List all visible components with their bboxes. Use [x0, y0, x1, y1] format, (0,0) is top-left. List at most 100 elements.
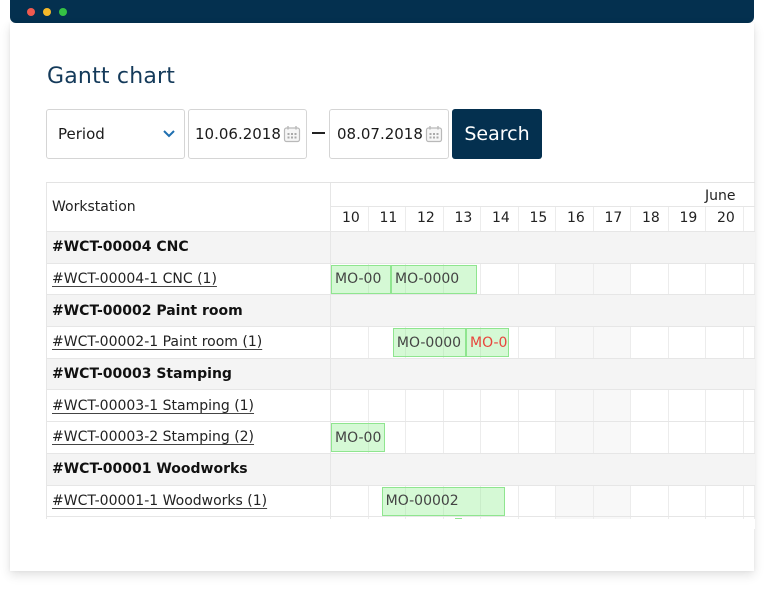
workstation-link[interactable]: #WCT-00001-1 Woodworks (1) [52, 493, 267, 509]
timeline-cell[interactable] [556, 390, 594, 422]
date-to-input[interactable]: 08.07.2018 [329, 109, 449, 159]
timeline-cell[interactable] [519, 390, 556, 422]
timeline-row: MO-00 [331, 422, 755, 454]
timeline-cell[interactable] [331, 485, 369, 517]
timeline-cell[interactable] [669, 485, 706, 517]
timeline-cell[interactable] [706, 485, 744, 517]
timeline-cell[interactable] [631, 390, 669, 422]
timeline-cell[interactable] [593, 327, 631, 358]
workstation-link[interactable]: #WCT-00003-2 Stamping (2) [52, 429, 254, 445]
period-select[interactable]: Period [46, 109, 185, 159]
workstation-group-label: #WCT-00001 Woodworks [52, 461, 248, 478]
workstation-row: #WCT-00004-1 CNC (1) [47, 264, 330, 296]
timeline-cell[interactable] [519, 263, 556, 295]
calendar-icon[interactable] [425, 125, 443, 143]
day-header-13: 13 [444, 207, 481, 231]
timeline-cell[interactable] [669, 422, 706, 453]
timeline-cell[interactable] [444, 390, 481, 422]
workstation-group-row: #WCT-00004 CNC [47, 232, 330, 264]
date-to-value: 08.07.2018 [337, 125, 423, 143]
search-button[interactable]: Search [452, 109, 542, 159]
timeline-cell[interactable] [744, 390, 756, 421]
timeline-cell[interactable] [593, 422, 631, 453]
month-header-row: June [331, 183, 755, 207]
workstation-row: #WCT-00003-2 Stamping (2) [47, 422, 330, 454]
timeline-cell[interactable] [706, 422, 744, 453]
day-header-17: 17 [594, 207, 631, 231]
timeline-cell[interactable] [669, 390, 706, 422]
timeline-group-row [331, 453, 755, 486]
day-header-12: 12 [406, 207, 444, 231]
workstation-column-header: Workstation [47, 183, 330, 232]
calendar-icon[interactable] [283, 125, 301, 143]
timeline-cell[interactable] [706, 263, 744, 295]
timeline-cell[interactable] [519, 485, 556, 517]
manufacturing-order-bar[interactable]: MO-00002 [381, 486, 506, 516]
workstation-link[interactable]: #WCT-00004-1 CNC (1) [52, 271, 217, 287]
timeline-cell[interactable] [481, 422, 519, 453]
workstation-group-row: #WCT-00001 Woodworks [47, 453, 330, 486]
timeline-cell[interactable] [593, 485, 631, 517]
workstation-column: Workstation #WCT-00004 CNC #WCT-00004-1 C… [46, 183, 331, 526]
timeline-cell[interactable] [744, 422, 756, 453]
workstation-group-label: #WCT-00002 Paint room [52, 302, 243, 319]
date-range-separator [312, 132, 325, 134]
timeline-cell[interactable] [593, 390, 631, 422]
grid-clip [46, 519, 755, 529]
timeline-cell[interactable] [406, 422, 444, 453]
timeline-cell[interactable] [593, 263, 631, 295]
timeline-cell[interactable] [744, 327, 756, 358]
timeline-row [331, 390, 756, 423]
workstation-link[interactable]: #WCT-00002-1 Paint room (1) [52, 334, 262, 350]
manufacturing-order-bar[interactable]: MO-0000 [391, 264, 478, 294]
timeline-cell[interactable] [631, 485, 669, 517]
timeline-row: MO-0000 MO-0 [331, 327, 755, 359]
window-titlebar [10, 0, 754, 23]
workstation-group-label: #WCT-00004 CNC [52, 239, 189, 256]
timeline-cell[interactable] [631, 263, 669, 295]
timeline-cell[interactable] [481, 390, 519, 422]
workstation-group-label: #WCT-00003 Stamping [52, 366, 232, 383]
minimize-window-icon[interactable] [43, 8, 51, 16]
gantt-grid: Workstation #WCT-00004 CNC #WCT-00004-1 C… [46, 182, 755, 526]
day-header-19: 19 [669, 207, 706, 231]
manufacturing-order-bar[interactable]: MO-00 [331, 264, 391, 294]
workstation-row: #WCT-00002-1 Paint room (1) [47, 327, 330, 359]
month-label: June [705, 188, 736, 204]
timeline-cell[interactable] [331, 327, 369, 358]
page-title: Gantt chart [47, 64, 176, 89]
manufacturing-order-bar[interactable]: MO-0 [466, 328, 510, 358]
timeline-cell[interactable] [556, 327, 594, 358]
timeline-cell[interactable] [669, 263, 706, 295]
close-window-icon[interactable] [27, 8, 35, 16]
timeline-cell[interactable] [744, 264, 756, 295]
timeline-cell[interactable] [331, 390, 369, 422]
timeline-cell[interactable] [631, 422, 669, 453]
timeline-cell[interactable] [406, 390, 444, 422]
timeline-group-row [331, 295, 755, 328]
timeline-cell[interactable] [519, 422, 556, 453]
timeline-cell[interactable] [556, 422, 594, 453]
timeline-cell[interactable] [706, 390, 744, 422]
manufacturing-order-bar[interactable]: MO-00 [331, 423, 386, 453]
date-from-input[interactable]: 10.06.2018 [188, 109, 307, 159]
day-header-16: 16 [556, 207, 594, 231]
maximize-window-icon[interactable] [59, 8, 67, 16]
timeline-cell[interactable] [669, 327, 706, 358]
timeline-row: MO-00002 [331, 485, 756, 518]
timeline-cell[interactable] [481, 263, 519, 295]
timeline-cell[interactable] [631, 327, 669, 358]
workstation-link[interactable]: #WCT-00003-1 Stamping (1) [52, 398, 254, 414]
manufacturing-order-bar[interactable]: MO-0000 [392, 328, 466, 358]
day-header-11: 11 [369, 207, 406, 231]
timeline-cell[interactable] [444, 422, 481, 453]
date-from-value: 10.06.2018 [195, 125, 281, 143]
chevron-down-icon [163, 130, 175, 138]
timeline-cell[interactable] [519, 327, 556, 358]
timeline-cell[interactable] [369, 390, 406, 422]
timeline-cell[interactable] [706, 327, 744, 358]
timeline-cell[interactable] [556, 485, 594, 517]
timeline-cell[interactable] [744, 486, 756, 517]
timeline-cell[interactable] [556, 263, 594, 295]
day-header-21: 21 [744, 207, 756, 231]
